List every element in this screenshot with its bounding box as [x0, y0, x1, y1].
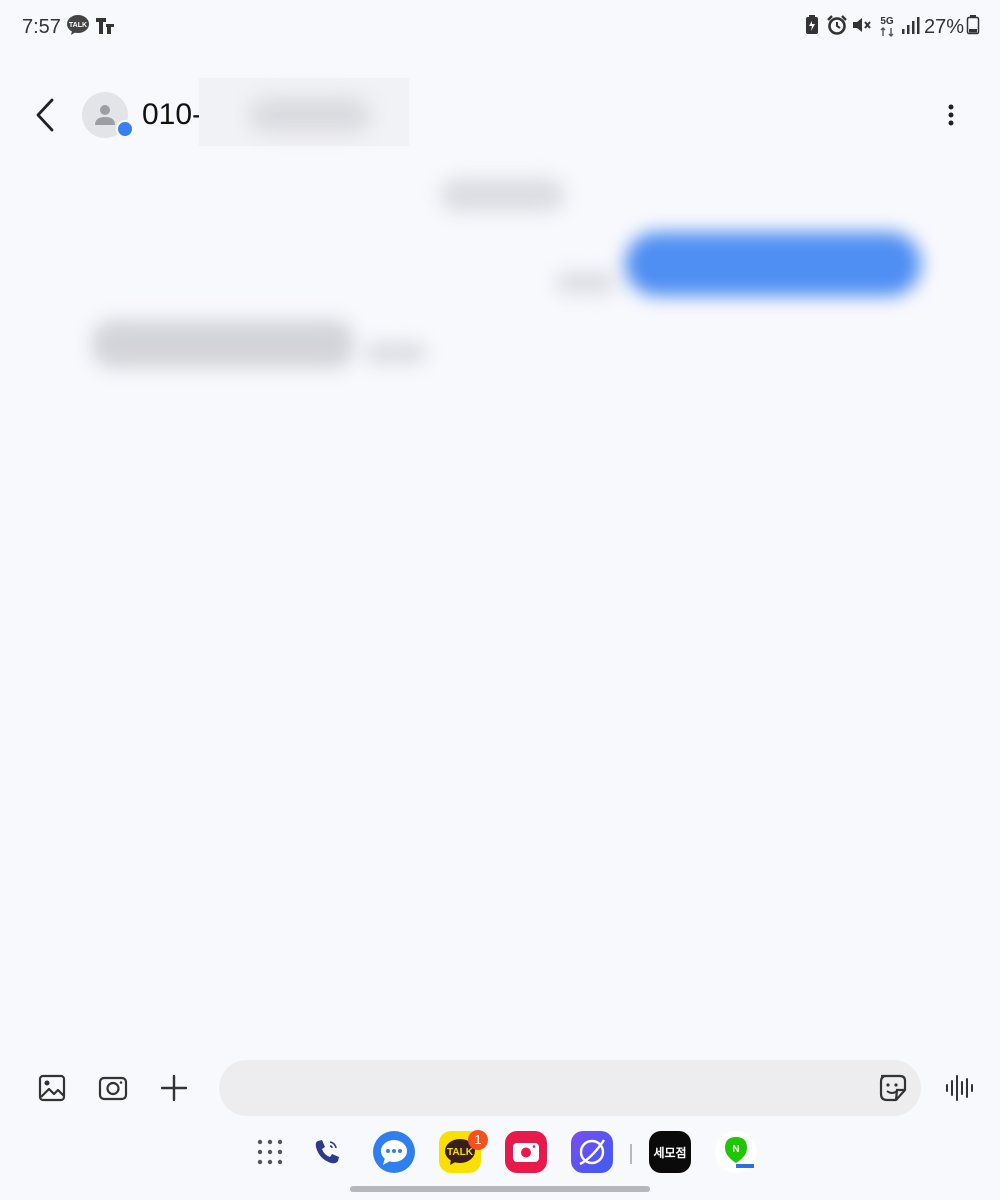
- contact-number[interactable]: 010-: [142, 98, 202, 132]
- battery-saver-icon: [806, 15, 818, 34]
- apps-grid-icon[interactable]: [248, 1130, 292, 1174]
- voice-input-button[interactable]: [941, 1070, 977, 1106]
- app-notification-icon: [96, 18, 114, 34]
- back-button[interactable]: [28, 92, 64, 138]
- phone-icon[interactable]: [305, 1130, 349, 1174]
- semojeom-app[interactable]: 세모점: [648, 1130, 692, 1174]
- alarm-icon: [827, 15, 847, 35]
- naver-app[interactable]: N: [714, 1130, 758, 1174]
- svg-text:TALK: TALK: [447, 1147, 474, 1158]
- status-bar: 7:57 TALK 5G 27%: [0, 0, 1000, 56]
- date-divider-redacted: [440, 178, 565, 212]
- svg-text:5G: 5G: [880, 16, 894, 27]
- signal-icon: [902, 17, 920, 34]
- internet-icon[interactable]: [570, 1130, 614, 1174]
- redacted-number-blur: [250, 98, 370, 132]
- message-input[interactable]: [219, 1060, 921, 1116]
- home-indicator[interactable]: [350, 1186, 650, 1192]
- kakaotalk-icon: TALK: [67, 15, 89, 35]
- sent-time-redacted: [556, 272, 616, 294]
- messages-icon[interactable]: [372, 1130, 416, 1174]
- semojeom-icon: 세모점: [649, 1131, 691, 1173]
- svg-text:TALK: TALK: [69, 22, 87, 29]
- attach-plus-button[interactable]: [156, 1070, 192, 1106]
- sent-message-bubble[interactable]: [625, 232, 921, 296]
- svg-text:N: N: [732, 1144, 739, 1155]
- more-options-button[interactable]: [938, 100, 964, 130]
- received-message-redacted[interactable]: [92, 320, 354, 368]
- dock-divider: [630, 1144, 632, 1164]
- svg-text:세모점: 세모점: [653, 1145, 686, 1160]
- mute-icon: [853, 18, 871, 32]
- sticker-button[interactable]: [874, 1070, 912, 1106]
- camera-button[interactable]: [95, 1070, 131, 1106]
- battery-percent: 27%: [924, 16, 965, 38]
- message-input-bar: [0, 1056, 1000, 1120]
- camera-app-icon[interactable]: [504, 1130, 548, 1174]
- status-time: 7:57: [22, 16, 61, 38]
- kakaotalk-unread-badge: 1: [468, 1130, 488, 1150]
- 5g-icon: 5G: [880, 16, 894, 37]
- battery-icon: [966, 15, 980, 35]
- message-badge-icon: [116, 120, 134, 138]
- received-time-redacted: [364, 342, 426, 364]
- gallery-button[interactable]: [34, 1070, 70, 1106]
- conversation-header: 010-: [0, 70, 1000, 160]
- naver-icon: N: [715, 1131, 757, 1173]
- app-dock: TALK 1 세모점 N: [0, 1130, 1000, 1180]
